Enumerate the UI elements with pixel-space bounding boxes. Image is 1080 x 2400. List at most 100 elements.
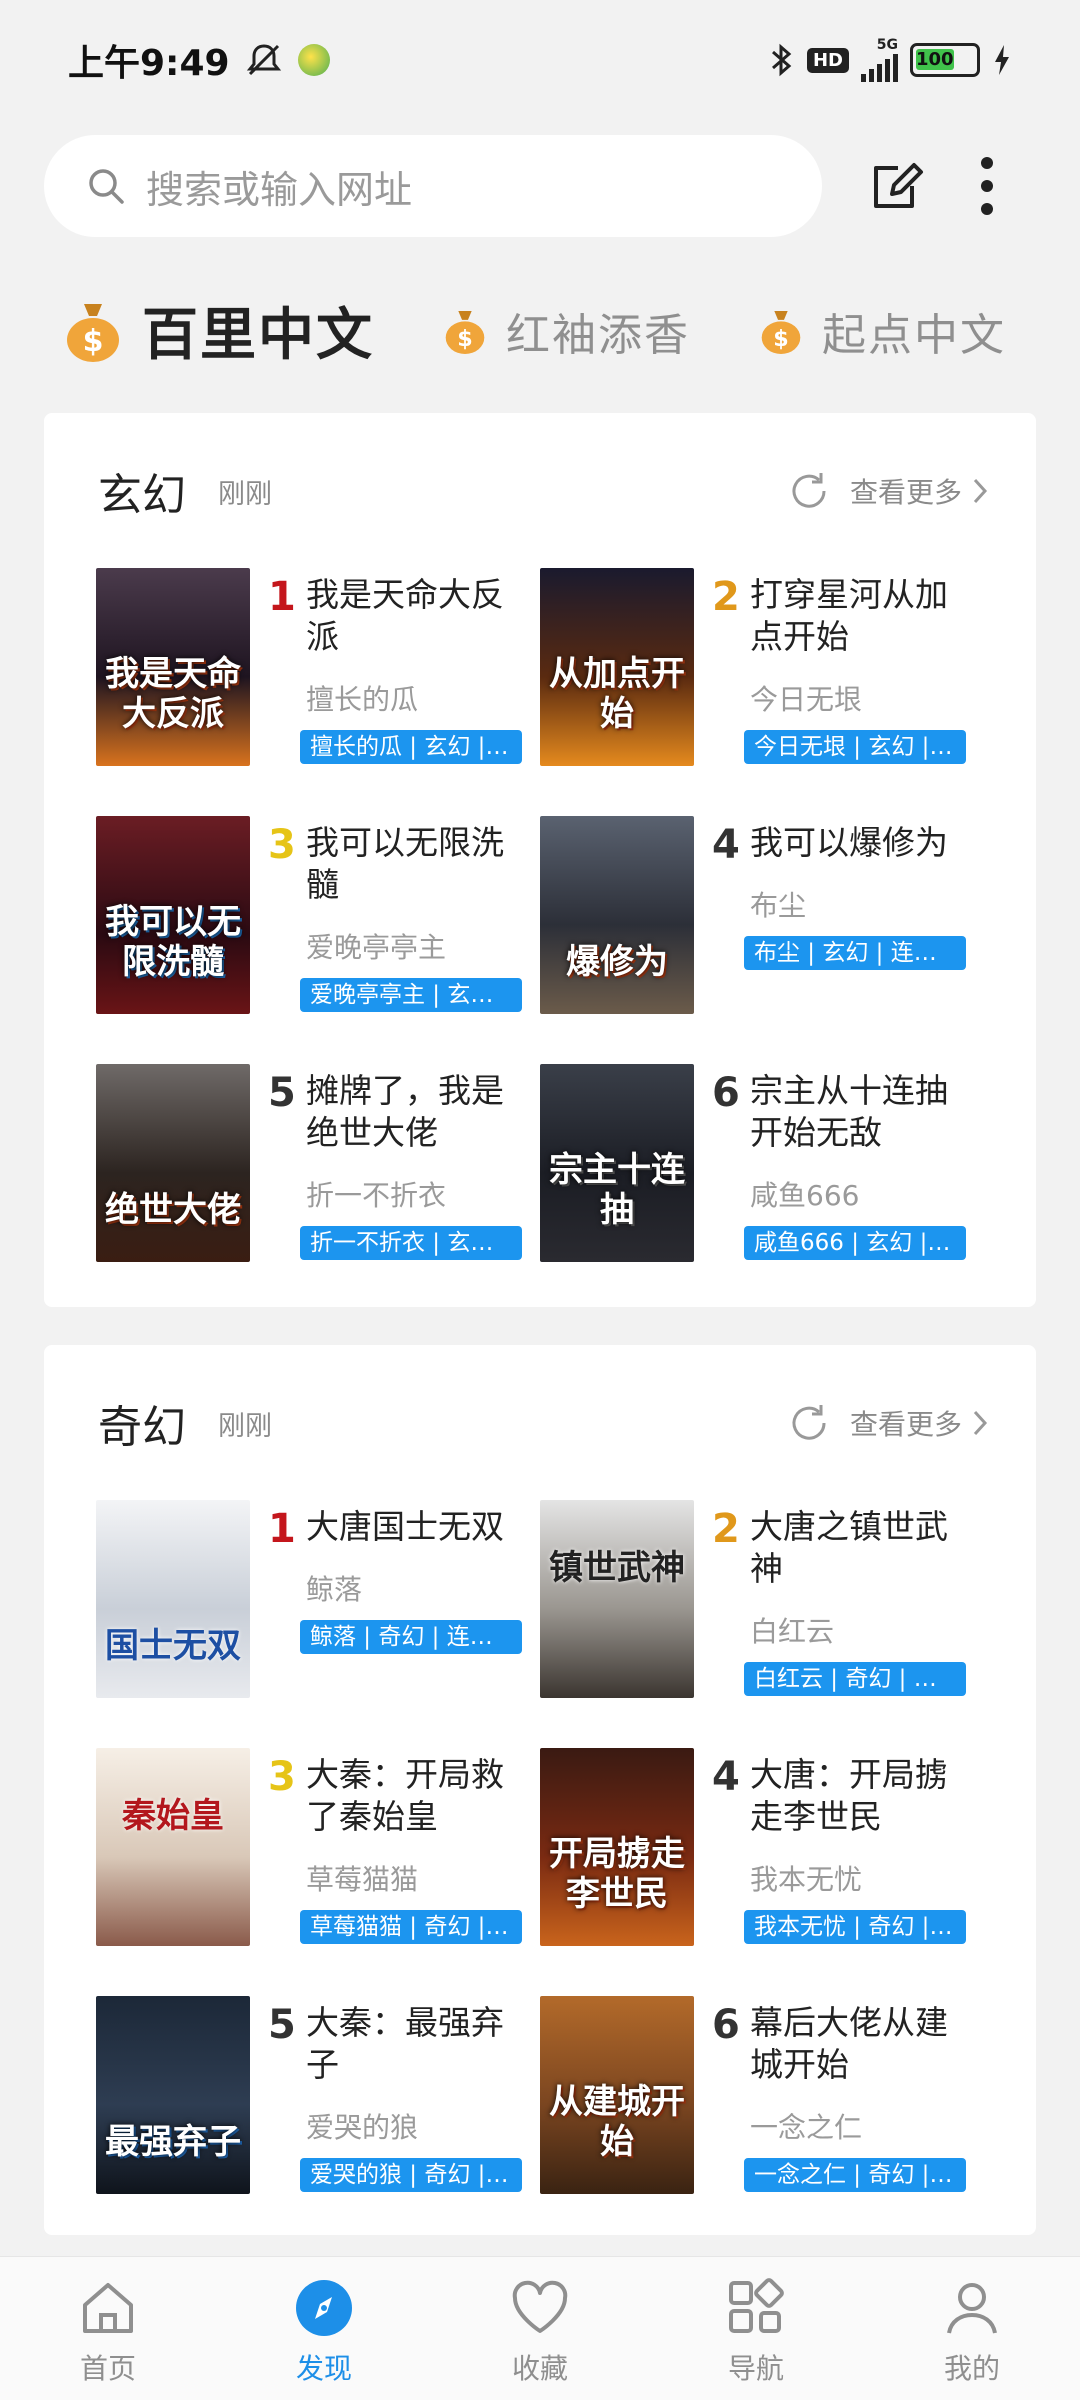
book-title[interactable]: 大秦：最强弃子 (306, 2002, 536, 2086)
book-tag: 白红云 | 奇幻 | 连载中 (744, 1662, 966, 1696)
book-title[interactable]: 我可以爆修为 (750, 822, 980, 864)
nav-home[interactable]: 首页 (0, 2257, 216, 2400)
card-header: 玄幻 刚刚 查看更多 (98, 461, 988, 521)
search-placeholder: 搜索或输入网址 (146, 167, 413, 212)
status-bar: 上午9:49 HD 5G 100 (0, 0, 1080, 120)
book-item[interactable]: 我是天命大反派 1 我是天命大反派 擅长的瓜 擅长的瓜 | 玄幻 | 连载中 (96, 568, 536, 768)
bottom-navigation: 首页 发现 收藏 导航 我的 (0, 2256, 1080, 2400)
book-title[interactable]: 大唐国士无双 (306, 1506, 536, 1548)
book-cover[interactable]: 从加点开始 (540, 568, 694, 766)
chevron-right-icon (973, 1410, 988, 1436)
money-bag-icon: $ (761, 310, 801, 354)
book-title[interactable]: 幕后大佬从建城开始 (750, 2002, 980, 2086)
home-icon (83, 2283, 133, 2333)
view-more-button[interactable]: 查看更多 (788, 470, 988, 512)
book-cover[interactable]: 爆修为 (540, 816, 694, 1014)
book-tag: 擅长的瓜 | 玄幻 | 连载中 (300, 730, 522, 764)
edit-icon[interactable] (868, 156, 928, 216)
book-cover[interactable]: 宗主十连抽 (540, 1064, 694, 1262)
refresh-icon[interactable] (788, 470, 830, 512)
nav-favorites[interactable]: 收藏 (432, 2257, 648, 2400)
rank-number: 1 (268, 574, 296, 620)
book-title[interactable]: 宗主从十连抽开始无敌 (750, 1070, 980, 1154)
book-author: 草莓猫猫 (306, 1863, 419, 1896)
compass-icon (296, 2280, 352, 2336)
update-time: 刚刚 (218, 1410, 272, 1442)
book-item[interactable]: 镇世武神 2 大唐之镇世武神 白红云 白红云 | 奇幻 | 连载中 (540, 1500, 980, 1700)
rank-number: 6 (712, 2002, 740, 2048)
refresh-icon[interactable] (788, 1402, 830, 1444)
book-author: 鲸落 (306, 1573, 363, 1606)
book-cover[interactable]: 秦始皇 (96, 1748, 250, 1946)
book-cover[interactable]: 我是天命大反派 (96, 568, 250, 766)
book-tag: 我本无忧 | 奇幻 | 连载中 (744, 1910, 966, 1944)
tab-source-1[interactable]: $ 百里中文 (62, 290, 374, 371)
book-cover[interactable]: 最强弃子 (96, 1996, 250, 2194)
book-author: 我本无忧 (750, 1863, 863, 1896)
book-title[interactable]: 大唐：开局掳走李世民 (750, 1754, 980, 1838)
book-author: 折一不折衣 (306, 1179, 447, 1212)
view-more-label: 查看更多 (849, 1408, 962, 1441)
money-bag-icon: $ (67, 303, 119, 362)
book-tag: 爱哭的狼 | 奇幻 | 连载中 (300, 2158, 522, 2192)
more-options-icon[interactable] (972, 151, 1002, 221)
book-tag: 布尘 | 玄幻 | 连载中 (744, 936, 966, 970)
nav-label: 导航 (727, 2352, 784, 2385)
tab-source-2[interactable]: $ 红袖添香 (442, 299, 690, 363)
nav-navigation[interactable]: 导航 (648, 2257, 864, 2400)
book-item[interactable]: 秦始皇 3 大秦：开局救了秦始皇 草莓猫猫 草莓猫猫 | 奇幻 | 连载中 (96, 1748, 536, 1948)
book-title[interactable]: 我可以无限洗髓 (306, 822, 536, 906)
book-item[interactable]: 爆修为 4 我可以爆修为 布尘 布尘 | 玄幻 | 连载中 (540, 816, 980, 1016)
svg-text:$: $ (457, 325, 472, 351)
book-item[interactable]: 最强弃子 5 大秦：最强弃子 爱哭的狼 爱哭的狼 | 奇幻 | 连载中 (96, 1996, 536, 2196)
search-input[interactable]: 搜索或输入网址 (44, 135, 822, 237)
book-item[interactable]: 绝世大佬 5 摊牌了，我是绝世大佬 折一不折衣 折一不折衣 | 玄幻 | 连载中 (96, 1064, 536, 1264)
book-author: 布尘 (750, 889, 807, 922)
book-item[interactable]: 国士无双 1 大唐国士无双 鲸落 鲸落 | 奇幻 | 连载中 (96, 1500, 536, 1700)
book-tag: 鲸落 | 奇幻 | 连载中 (300, 1620, 522, 1654)
category-card-qihuan: 奇幻 刚刚 查看更多 国士无双 1 大唐国士无双 鲸落 鲸落 | 奇幻 | 连载… (44, 1345, 1036, 2235)
nav-label: 发现 (295, 2352, 352, 2385)
book-cover[interactable]: 镇世武神 (540, 1500, 694, 1698)
book-item[interactable]: 开局掳走李世民 4 大唐：开局掳走李世民 我本无忧 我本无忧 | 奇幻 | 连载… (540, 1748, 980, 1948)
rank-number: 6 (712, 1070, 740, 1116)
tab-source-3[interactable]: $ 起点中文 (758, 299, 1006, 363)
book-title[interactable]: 摊牌了，我是绝世大佬 (306, 1070, 536, 1154)
book-title[interactable]: 大唐之镇世武神 (750, 1506, 980, 1590)
book-title[interactable]: 我是天命大反派 (306, 574, 536, 658)
nav-discover[interactable]: 发现 (216, 2257, 432, 2400)
book-tag: 一念之仁 | 奇幻 | 连载中 (744, 2158, 966, 2192)
card-header: 奇幻 刚刚 查看更多 (98, 1393, 988, 1453)
book-item[interactable]: 从加点开始 2 打穿星河从加点开始 今日无垠 今日无垠 | 玄幻 | 连载中 (540, 568, 980, 768)
book-cover[interactable]: 国士无双 (96, 1500, 250, 1698)
grid-icon (729, 2278, 784, 2333)
search-icon (89, 169, 124, 204)
book-cover[interactable]: 从建城开始 (540, 1996, 694, 2194)
update-time: 刚刚 (218, 478, 272, 510)
search-row: 搜索或输入网址 (44, 135, 1040, 237)
rank-number: 4 (712, 822, 740, 868)
nav-profile[interactable]: 我的 (864, 2257, 1080, 2400)
view-more-button[interactable]: 查看更多 (788, 1402, 988, 1444)
book-item[interactable]: 从建城开始 6 幕后大佬从建城开始 一念之仁 一念之仁 | 奇幻 | 连载中 (540, 1996, 980, 2196)
book-item[interactable]: 宗主十连抽 6 宗主从十连抽开始无敌 咸鱼666 咸鱼666 | 玄幻 | 连载… (540, 1064, 980, 1264)
book-cover[interactable]: 我可以无限洗髓 (96, 816, 250, 1014)
svg-text:$: $ (83, 324, 104, 359)
book-author: 擅长的瓜 (306, 683, 419, 716)
hd-voice-icon: HD (806, 47, 849, 73)
book-tag: 草莓猫猫 | 奇幻 | 连载中 (300, 1910, 522, 1944)
book-item[interactable]: 我可以无限洗髓 3 我可以无限洗髓 爱晚亭亭主 爱晚亭亭主 | 玄幻 | 连载中 (96, 816, 536, 1016)
signal-indicator: 5G (861, 38, 898, 82)
person-icon (947, 2283, 997, 2334)
charging-icon (995, 45, 1009, 75)
nav-label: 收藏 (511, 2352, 568, 2385)
book-title[interactable]: 大秦：开局救了秦始皇 (306, 1754, 536, 1838)
tab-label: 红袖添香 (506, 309, 690, 361)
rank-number: 5 (268, 1070, 296, 1116)
money-bag-icon: $ (445, 310, 485, 354)
book-cover[interactable]: 开局掳走李世民 (540, 1748, 694, 1946)
bluetooth-icon (771, 43, 792, 77)
muted-bell-icon (246, 44, 281, 76)
book-cover[interactable]: 绝世大佬 (96, 1064, 250, 1262)
book-title[interactable]: 打穿星河从加点开始 (750, 574, 980, 658)
